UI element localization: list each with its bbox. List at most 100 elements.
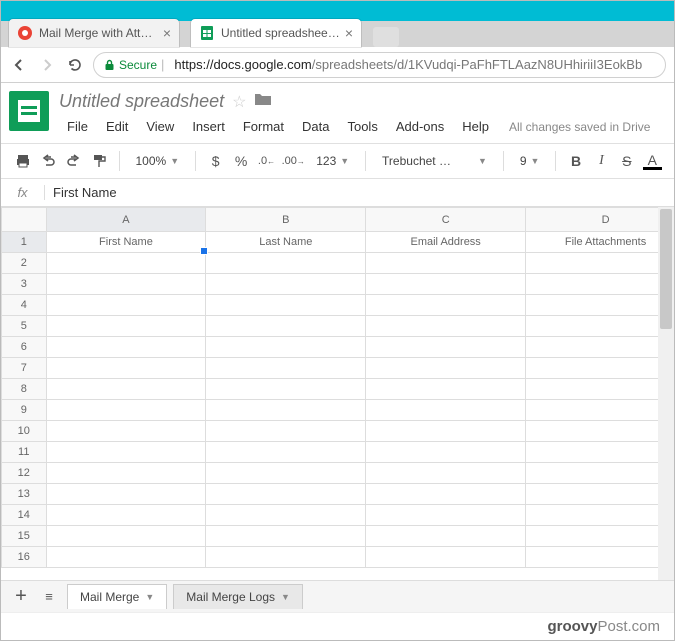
cell[interactable] bbox=[366, 379, 526, 400]
cell[interactable] bbox=[46, 400, 206, 421]
cell[interactable] bbox=[526, 400, 674, 421]
cell[interactable] bbox=[206, 547, 366, 568]
paint-format-icon[interactable] bbox=[89, 150, 108, 172]
cell[interactable] bbox=[206, 295, 366, 316]
sheet-tab[interactable]: Mail Merge▼ bbox=[67, 584, 167, 609]
cell[interactable] bbox=[46, 526, 206, 547]
cell[interactable] bbox=[46, 274, 206, 295]
menu-file[interactable]: File bbox=[59, 116, 96, 137]
chevron-down-icon[interactable]: ▼ bbox=[145, 592, 154, 602]
italic-button[interactable]: I bbox=[592, 150, 611, 172]
cell[interactable] bbox=[526, 316, 674, 337]
strike-button[interactable]: S bbox=[617, 150, 636, 172]
doc-title[interactable]: Untitled spreadsheet bbox=[59, 91, 224, 112]
cell[interactable] bbox=[206, 421, 366, 442]
redo-icon[interactable] bbox=[64, 150, 83, 172]
spreadsheet-grid[interactable]: ABCD 1First NameLast NameEmail AddressFi… bbox=[1, 207, 674, 568]
row-header[interactable]: 10 bbox=[2, 421, 47, 442]
cell[interactable] bbox=[526, 337, 674, 358]
cell[interactable] bbox=[366, 274, 526, 295]
bold-button[interactable]: B bbox=[566, 150, 585, 172]
font-dropdown[interactable]: Trebuchet …▼ bbox=[376, 149, 493, 173]
cell[interactable] bbox=[526, 463, 674, 484]
cell[interactable]: First Name bbox=[46, 232, 206, 253]
row-header[interactable]: 7 bbox=[2, 358, 47, 379]
vertical-scrollbar[interactable] bbox=[658, 207, 674, 587]
close-icon[interactable]: × bbox=[163, 25, 171, 41]
row-header[interactable]: 4 bbox=[2, 295, 47, 316]
sheets-logo-icon[interactable] bbox=[9, 91, 49, 131]
cell[interactable] bbox=[526, 484, 674, 505]
cell[interactable] bbox=[526, 358, 674, 379]
row-header[interactable]: 15 bbox=[2, 526, 47, 547]
cell[interactable] bbox=[46, 379, 206, 400]
cell[interactable] bbox=[46, 253, 206, 274]
select-all-corner[interactable] bbox=[2, 208, 47, 232]
increase-decimal-button[interactable]: .00→ bbox=[282, 150, 304, 172]
menu-insert[interactable]: Insert bbox=[184, 116, 233, 137]
cell[interactable] bbox=[526, 379, 674, 400]
star-icon[interactable]: ☆ bbox=[232, 92, 246, 112]
currency-button[interactable]: $ bbox=[206, 150, 225, 172]
cell[interactable] bbox=[366, 253, 526, 274]
browser-tab[interactable]: Mail Merge with Attachm × bbox=[9, 19, 179, 47]
browser-tab[interactable]: Untitled spreadsheet - G × bbox=[191, 19, 361, 47]
menu-data[interactable]: Data bbox=[294, 116, 337, 137]
cell[interactable] bbox=[46, 463, 206, 484]
percent-button[interactable]: % bbox=[231, 150, 250, 172]
undo-icon[interactable] bbox=[38, 150, 57, 172]
font-size-dropdown[interactable]: 9▼ bbox=[514, 149, 546, 173]
cell[interactable] bbox=[46, 295, 206, 316]
new-tab-button[interactable] bbox=[373, 27, 399, 47]
cell[interactable] bbox=[46, 484, 206, 505]
menu-edit[interactable]: Edit bbox=[98, 116, 136, 137]
cell[interactable] bbox=[46, 547, 206, 568]
row-header[interactable]: 6 bbox=[2, 337, 47, 358]
cell[interactable] bbox=[206, 442, 366, 463]
chevron-down-icon[interactable]: ▼ bbox=[281, 592, 290, 602]
zoom-dropdown[interactable]: 100%▼ bbox=[130, 149, 186, 173]
cell[interactable] bbox=[366, 400, 526, 421]
cell[interactable] bbox=[526, 421, 674, 442]
cell[interactable] bbox=[206, 358, 366, 379]
row-header[interactable]: 3 bbox=[2, 274, 47, 295]
cell[interactable] bbox=[366, 337, 526, 358]
close-icon[interactable]: × bbox=[345, 25, 353, 41]
cell[interactable] bbox=[206, 337, 366, 358]
cell[interactable] bbox=[526, 295, 674, 316]
row-header[interactable]: 16 bbox=[2, 547, 47, 568]
cell[interactable] bbox=[366, 316, 526, 337]
reload-button[interactable] bbox=[65, 55, 85, 75]
row-header[interactable]: 14 bbox=[2, 505, 47, 526]
cell[interactable] bbox=[366, 442, 526, 463]
cell[interactable] bbox=[46, 442, 206, 463]
decrease-decimal-button[interactable]: .0← bbox=[257, 150, 276, 172]
menu-view[interactable]: View bbox=[138, 116, 182, 137]
cell[interactable]: Last Name bbox=[206, 232, 366, 253]
cell[interactable] bbox=[206, 253, 366, 274]
cell[interactable] bbox=[526, 253, 674, 274]
folder-icon[interactable] bbox=[254, 92, 272, 111]
all-sheets-button[interactable]: ≡ bbox=[39, 587, 59, 607]
cell[interactable]: Email Address bbox=[366, 232, 526, 253]
cell[interactable] bbox=[526, 274, 674, 295]
row-header[interactable]: 13 bbox=[2, 484, 47, 505]
cell[interactable] bbox=[206, 463, 366, 484]
cell[interactable] bbox=[206, 400, 366, 421]
cell[interactable] bbox=[206, 316, 366, 337]
back-button[interactable] bbox=[9, 55, 29, 75]
cell[interactable] bbox=[366, 526, 526, 547]
menu-help[interactable]: Help bbox=[454, 116, 497, 137]
formula-input[interactable]: First Name bbox=[45, 185, 674, 200]
menu-tools[interactable]: Tools bbox=[339, 116, 385, 137]
cell[interactable] bbox=[46, 316, 206, 337]
text-color-button[interactable]: A bbox=[643, 152, 662, 170]
cell[interactable] bbox=[206, 505, 366, 526]
add-sheet-button[interactable]: + bbox=[11, 587, 31, 607]
column-header[interactable]: C bbox=[366, 208, 526, 232]
cell[interactable] bbox=[366, 358, 526, 379]
menu-addons[interactable]: Add-ons bbox=[388, 116, 452, 137]
cell[interactable] bbox=[366, 295, 526, 316]
column-header[interactable]: A bbox=[46, 208, 206, 232]
sheet-tab[interactable]: Mail Merge Logs▼ bbox=[173, 584, 303, 609]
